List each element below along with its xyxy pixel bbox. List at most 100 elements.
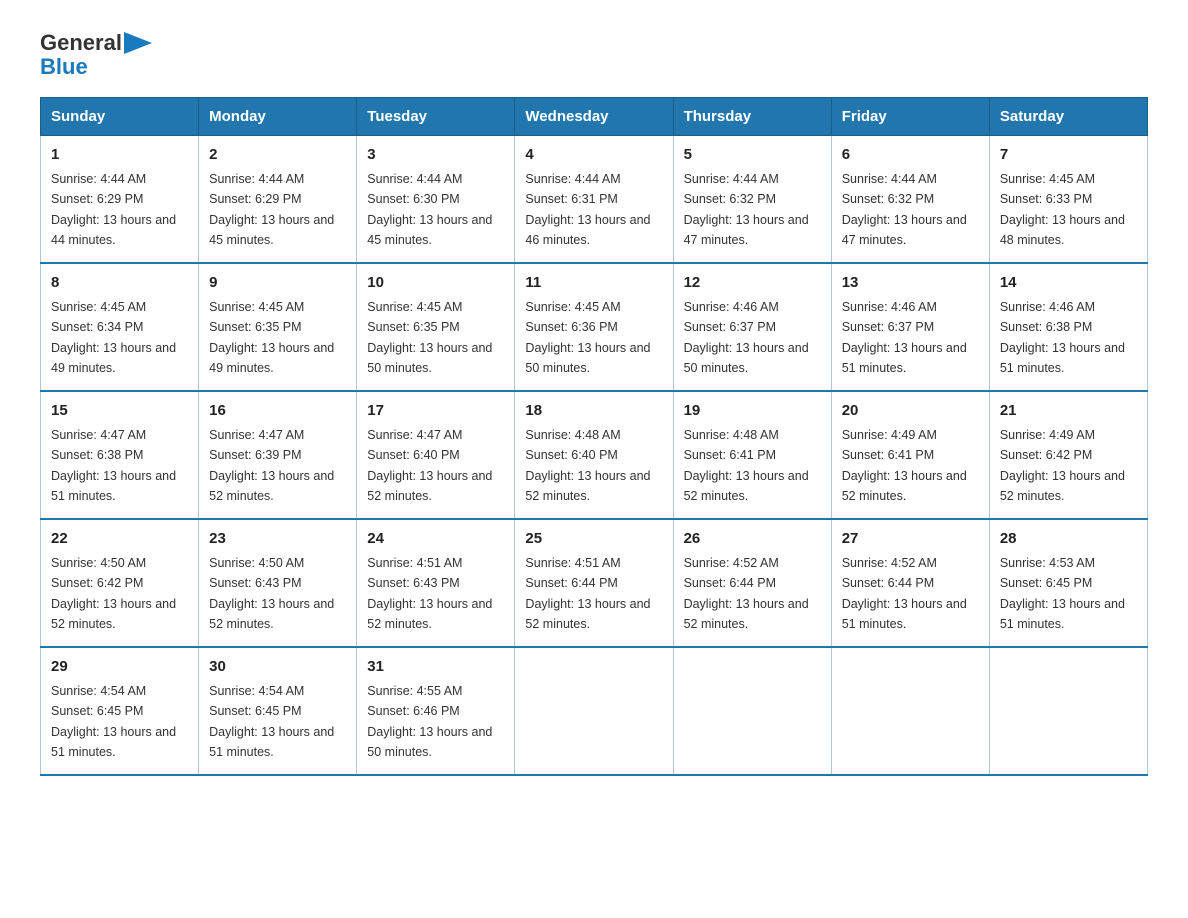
day-info: Sunrise: 4:52 AMSunset: 6:44 PMDaylight:… bbox=[842, 556, 967, 631]
day-info: Sunrise: 4:44 AMSunset: 6:29 PMDaylight:… bbox=[51, 172, 176, 247]
day-info: Sunrise: 4:44 AMSunset: 6:31 PMDaylight:… bbox=[525, 172, 650, 247]
day-number: 8 bbox=[51, 272, 188, 295]
calendar-cell: 8Sunrise: 4:45 AMSunset: 6:34 PMDaylight… bbox=[41, 263, 199, 391]
calendar-cell: 22 Sunrise: 4:50 AMSunset: 6:42 PMDayligh… bbox=[41, 519, 199, 647]
day-info: Sunrise: 4:45 AMSunset: 6:33 PMDaylight:… bbox=[1000, 172, 1125, 247]
day-info: Sunrise: 4:52 AMSunset: 6:44 PMDaylight:… bbox=[684, 556, 809, 631]
day-info: Sunrise: 4:49 AMSunset: 6:41 PMDaylight:… bbox=[842, 428, 967, 503]
calendar-cell: 2Sunrise: 4:44 AMSunset: 6:29 PMDaylight… bbox=[199, 136, 357, 264]
calendar-cell: 30 Sunrise: 4:54 AMSunset: 6:45 PMDayligh… bbox=[199, 647, 357, 775]
day-info: Sunrise: 4:44 AMSunset: 6:30 PMDaylight:… bbox=[367, 172, 492, 247]
day-number: 13 bbox=[842, 272, 979, 295]
calendar-cell: 3 Sunrise: 4:44 AMSunset: 6:30 PMDaylight… bbox=[357, 136, 515, 264]
calendar-cell: 5Sunrise: 4:44 AMSunset: 6:32 PMDaylight… bbox=[673, 136, 831, 264]
day-info: Sunrise: 4:45 AMSunset: 6:35 PMDaylight:… bbox=[209, 300, 334, 375]
day-number: 1 bbox=[51, 144, 188, 167]
day-info: Sunrise: 4:54 AMSunset: 6:45 PMDaylight:… bbox=[51, 684, 176, 759]
day-number: 15 bbox=[51, 400, 188, 423]
day-number: 5 bbox=[684, 144, 821, 167]
calendar-cell: 19 Sunrise: 4:48 AMSunset: 6:41 PMDayligh… bbox=[673, 391, 831, 519]
day-number: 6 bbox=[842, 144, 979, 167]
calendar-cell bbox=[673, 647, 831, 775]
calendar-week-4: 22 Sunrise: 4:50 AMSunset: 6:42 PMDayligh… bbox=[41, 519, 1148, 647]
calendar-cell bbox=[515, 647, 673, 775]
calendar-cell: 6 Sunrise: 4:44 AMSunset: 6:32 PMDaylight… bbox=[831, 136, 989, 264]
calendar-cell: 16 Sunrise: 4:47 AMSunset: 6:39 PMDayligh… bbox=[199, 391, 357, 519]
day-info: Sunrise: 4:48 AMSunset: 6:40 PMDaylight:… bbox=[525, 428, 650, 503]
calendar-cell: 31Sunrise: 4:55 AMSunset: 6:46 PMDayligh… bbox=[357, 647, 515, 775]
weekday-header-monday: Monday bbox=[199, 98, 357, 136]
calendar-cell: 26 Sunrise: 4:52 AMSunset: 6:44 PMDayligh… bbox=[673, 519, 831, 647]
day-info: Sunrise: 4:50 AMSunset: 6:43 PMDaylight:… bbox=[209, 556, 334, 631]
day-info: Sunrise: 4:54 AMSunset: 6:45 PMDaylight:… bbox=[209, 684, 334, 759]
calendar-cell: 14 Sunrise: 4:46 AMSunset: 6:38 PMDayligh… bbox=[989, 263, 1147, 391]
day-number: 14 bbox=[1000, 272, 1137, 295]
day-number: 20 bbox=[842, 400, 979, 423]
page-header: General Blue bbox=[40, 30, 1148, 79]
calendar-cell: 18 Sunrise: 4:48 AMSunset: 6:40 PMDayligh… bbox=[515, 391, 673, 519]
day-info: Sunrise: 4:44 AMSunset: 6:29 PMDaylight:… bbox=[209, 172, 334, 247]
weekday-header-sunday: Sunday bbox=[41, 98, 199, 136]
calendar-cell: 7 Sunrise: 4:45 AMSunset: 6:33 PMDaylight… bbox=[989, 136, 1147, 264]
day-number: 26 bbox=[684, 528, 821, 551]
day-info: Sunrise: 4:45 AMSunset: 6:35 PMDaylight:… bbox=[367, 300, 492, 375]
calendar-cell bbox=[989, 647, 1147, 775]
calendar-cell bbox=[831, 647, 989, 775]
day-number: 28 bbox=[1000, 528, 1137, 551]
day-info: Sunrise: 4:44 AMSunset: 6:32 PMDaylight:… bbox=[842, 172, 967, 247]
calendar-cell: 15Sunrise: 4:47 AMSunset: 6:38 PMDayligh… bbox=[41, 391, 199, 519]
day-info: Sunrise: 4:46 AMSunset: 6:37 PMDaylight:… bbox=[842, 300, 967, 375]
day-number: 21 bbox=[1000, 400, 1137, 423]
day-number: 10 bbox=[367, 272, 504, 295]
day-info: Sunrise: 4:46 AMSunset: 6:37 PMDaylight:… bbox=[684, 300, 809, 375]
logo-arrow-icon bbox=[124, 32, 152, 54]
calendar-cell: 1 Sunrise: 4:44 AMSunset: 6:29 PMDaylight… bbox=[41, 136, 199, 264]
day-info: Sunrise: 4:47 AMSunset: 6:39 PMDaylight:… bbox=[209, 428, 334, 503]
day-info: Sunrise: 4:48 AMSunset: 6:41 PMDaylight:… bbox=[684, 428, 809, 503]
calendar-cell: 10 Sunrise: 4:45 AMSunset: 6:35 PMDayligh… bbox=[357, 263, 515, 391]
calendar-cell: 24 Sunrise: 4:51 AMSunset: 6:43 PMDayligh… bbox=[357, 519, 515, 647]
calendar-cell: 28 Sunrise: 4:53 AMSunset: 6:45 PMDayligh… bbox=[989, 519, 1147, 647]
calendar-table: SundayMondayTuesdayWednesdayThursdayFrid… bbox=[40, 97, 1148, 776]
day-number: 24 bbox=[367, 528, 504, 551]
day-number: 22 bbox=[51, 528, 188, 551]
calendar-week-5: 29 Sunrise: 4:54 AMSunset: 6:45 PMDayligh… bbox=[41, 647, 1148, 775]
calendar-cell: 20 Sunrise: 4:49 AMSunset: 6:41 PMDayligh… bbox=[831, 391, 989, 519]
calendar-cell: 9 Sunrise: 4:45 AMSunset: 6:35 PMDaylight… bbox=[199, 263, 357, 391]
day-info: Sunrise: 4:47 AMSunset: 6:40 PMDaylight:… bbox=[367, 428, 492, 503]
day-number: 17 bbox=[367, 400, 504, 423]
day-info: Sunrise: 4:46 AMSunset: 6:38 PMDaylight:… bbox=[1000, 300, 1125, 375]
day-number: 18 bbox=[525, 400, 662, 423]
day-number: 12 bbox=[684, 272, 821, 295]
calendar-cell: 25 Sunrise: 4:51 AMSunset: 6:44 PMDayligh… bbox=[515, 519, 673, 647]
calendar-cell: 12 Sunrise: 4:46 AMSunset: 6:37 PMDayligh… bbox=[673, 263, 831, 391]
calendar-header: SundayMondayTuesdayWednesdayThursdayFrid… bbox=[41, 98, 1148, 136]
day-info: Sunrise: 4:51 AMSunset: 6:44 PMDaylight:… bbox=[525, 556, 650, 631]
day-number: 19 bbox=[684, 400, 821, 423]
day-number: 29 bbox=[51, 656, 188, 679]
day-number: 3 bbox=[367, 144, 504, 167]
weekday-header-saturday: Saturday bbox=[989, 98, 1147, 136]
calendar-cell: 11Sunrise: 4:45 AMSunset: 6:36 PMDayligh… bbox=[515, 263, 673, 391]
weekday-header-row: SundayMondayTuesdayWednesdayThursdayFrid… bbox=[41, 98, 1148, 136]
day-number: 9 bbox=[209, 272, 346, 295]
day-info: Sunrise: 4:53 AMSunset: 6:45 PMDaylight:… bbox=[1000, 556, 1125, 631]
calendar-week-1: 1 Sunrise: 4:44 AMSunset: 6:29 PMDaylight… bbox=[41, 136, 1148, 264]
day-info: Sunrise: 4:49 AMSunset: 6:42 PMDaylight:… bbox=[1000, 428, 1125, 503]
weekday-header-friday: Friday bbox=[831, 98, 989, 136]
day-number: 16 bbox=[209, 400, 346, 423]
weekday-header-wednesday: Wednesday bbox=[515, 98, 673, 136]
day-number: 30 bbox=[209, 656, 346, 679]
calendar-cell: 4Sunrise: 4:44 AMSunset: 6:31 PMDaylight… bbox=[515, 136, 673, 264]
calendar-body: 1 Sunrise: 4:44 AMSunset: 6:29 PMDaylight… bbox=[41, 136, 1148, 776]
calendar-cell: 29 Sunrise: 4:54 AMSunset: 6:45 PMDayligh… bbox=[41, 647, 199, 775]
day-number: 31 bbox=[367, 656, 504, 679]
day-number: 25 bbox=[525, 528, 662, 551]
day-info: Sunrise: 4:51 AMSunset: 6:43 PMDaylight:… bbox=[367, 556, 492, 631]
calendar-cell: 13 Sunrise: 4:46 AMSunset: 6:37 PMDayligh… bbox=[831, 263, 989, 391]
logo-general: General bbox=[40, 30, 122, 55]
day-number: 7 bbox=[1000, 144, 1137, 167]
day-info: Sunrise: 4:45 AMSunset: 6:36 PMDaylight:… bbox=[525, 300, 650, 375]
day-number: 27 bbox=[842, 528, 979, 551]
day-info: Sunrise: 4:50 AMSunset: 6:42 PMDaylight:… bbox=[51, 556, 176, 631]
